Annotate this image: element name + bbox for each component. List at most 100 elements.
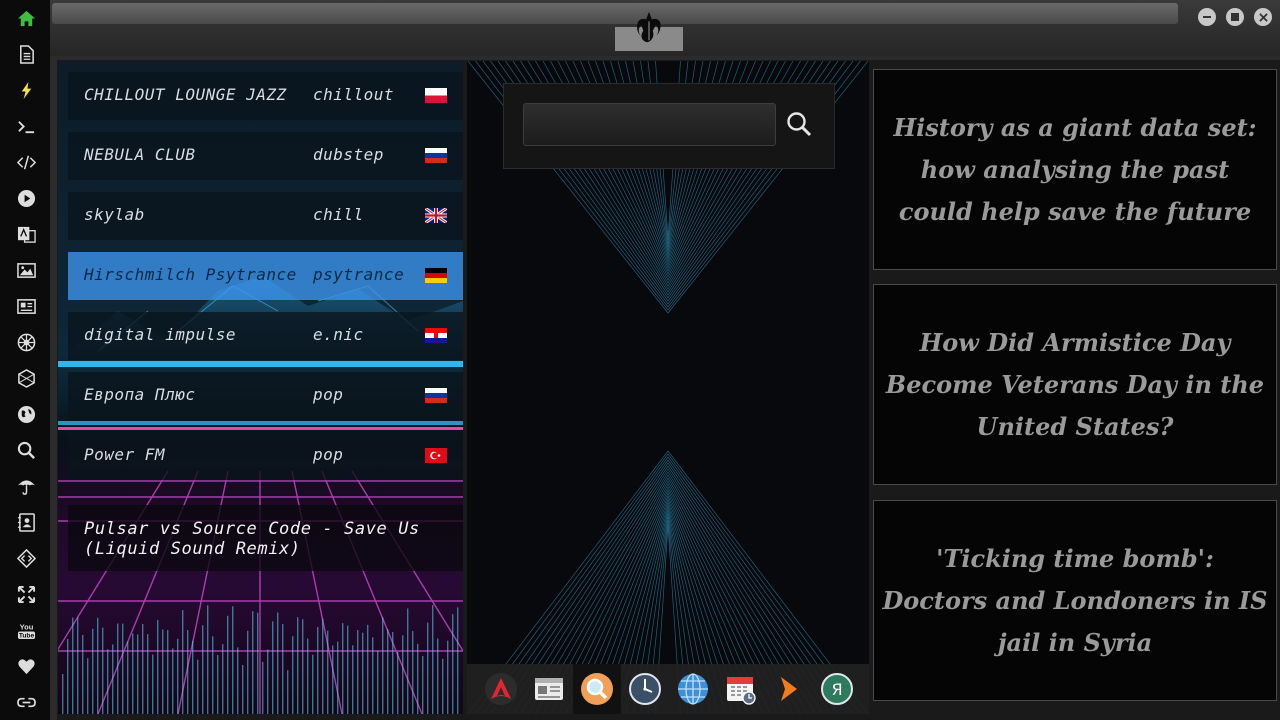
visualizer-bar (452, 614, 454, 714)
search-icon[interactable] (13, 437, 39, 463)
contacts-icon[interactable] (13, 509, 39, 535)
address-bar[interactable] (52, 3, 1178, 24)
station-genre: dubstep (313, 145, 384, 164)
now-playing: Pulsar vs Source Code - Save Us (Liquid … (68, 505, 463, 571)
visualizer-bar (317, 627, 319, 714)
terminal-icon[interactable] (13, 113, 39, 139)
maximize-icon[interactable] (1226, 8, 1244, 26)
title-bar (50, 0, 1280, 56)
visualizer-bar (87, 658, 89, 714)
visualizer-bar (117, 623, 119, 714)
empire-icon[interactable] (13, 329, 39, 355)
visualizer-bar (122, 623, 124, 714)
visualizer-bar (232, 606, 234, 714)
station-item[interactable]: Европа Плюс pop (68, 372, 463, 420)
visualizer-bar (92, 628, 94, 714)
visualizer-bar (387, 629, 389, 714)
station-name: CHILLOUT LOUNGE JAZZ (84, 85, 287, 104)
visualizer-bar (182, 610, 184, 714)
search-button[interactable] (782, 107, 816, 141)
clock-icon[interactable] (625, 669, 665, 709)
station-item-active[interactable]: Hirschmilch Psytrance psytrance (68, 252, 463, 300)
youtube-icon[interactable]: You Tube (13, 617, 39, 643)
news-card[interactable]: 'Ticking time bomb': Doctors and Londone… (873, 500, 1277, 701)
news-icon[interactable] (13, 293, 39, 319)
umbrella-icon[interactable] (13, 473, 39, 499)
visualizer-bar (222, 644, 224, 714)
visualizer-bar (437, 638, 439, 714)
station-item[interactable]: Power FM pop (68, 432, 463, 480)
close-icon[interactable] (1254, 8, 1272, 26)
visualizer-bar (427, 622, 429, 714)
visualizer-bar (247, 630, 249, 714)
station-item[interactable]: digital impulse e.nic (68, 312, 463, 360)
svg-text:Tube: Tube (18, 632, 34, 639)
search-app-icon[interactable] (573, 664, 621, 714)
visualizer-bar (62, 674, 64, 714)
visualizer-bar (417, 643, 419, 714)
heart-icon[interactable] (13, 653, 39, 679)
center-panel: Я (467, 61, 869, 714)
visualizer-bar (77, 617, 79, 714)
visualizer-bar (97, 617, 99, 714)
document-icon[interactable] (13, 41, 39, 67)
hexagon-icon[interactable] (13, 365, 39, 391)
news-card[interactable]: How Did Armistice Day Become Veterans Da… (873, 284, 1277, 485)
visualizer-bar (262, 661, 264, 714)
visualizer-bar (422, 655, 424, 714)
visualizer-bar (347, 625, 349, 714)
radio-panel: CHILLOUT LOUNGE JAZZ chillout NEBULA CLU… (58, 61, 463, 714)
poland-flag-icon (425, 88, 447, 103)
visualizer-bar (187, 630, 189, 714)
app-sidebar: You Tube (0, 0, 50, 720)
newspaper-icon[interactable] (529, 669, 569, 709)
visualizer-bar (102, 627, 104, 714)
play-icon[interactable] (13, 185, 39, 211)
calendar-icon[interactable] (721, 669, 761, 709)
visualizer-bar (67, 639, 69, 714)
visualizer-bar (127, 641, 129, 714)
visualizer-bar (442, 658, 444, 714)
expand-icon[interactable] (13, 581, 39, 607)
translate-icon[interactable] (13, 221, 39, 247)
visualizer-bar (402, 635, 404, 714)
visualizer-bar (282, 624, 284, 714)
search-input[interactable] (523, 103, 776, 146)
station-name: skylab (84, 205, 145, 224)
globe-app-icon[interactable] (673, 669, 713, 709)
diamond-code-icon[interactable] (13, 545, 39, 571)
visualizer-bar (412, 631, 414, 714)
visualizer-bar (322, 618, 324, 714)
station-item[interactable]: CHILLOUT LOUNGE JAZZ chillout (68, 72, 463, 120)
image-icon[interactable] (13, 257, 39, 283)
station-name: Power FM (84, 445, 166, 464)
yandex-icon[interactable]: Я (817, 669, 857, 709)
content-area: CHILLOUT LOUNGE JAZZ chillout NEBULA CLU… (57, 60, 1280, 720)
visualizer-bar (142, 623, 144, 714)
arrow-icon[interactable] (769, 669, 809, 709)
station-item[interactable]: NEBULA CLUB dubstep (68, 132, 463, 180)
news-card[interactable]: History as a giant data set: how analysi… (873, 69, 1277, 270)
visualizer-bar (332, 645, 334, 714)
visualizer-bar (137, 634, 139, 714)
search-icon (787, 112, 812, 137)
russia-flag-icon (425, 148, 447, 163)
visualizer-bar (357, 630, 359, 714)
visualizer-bar (267, 649, 269, 714)
minimize-icon[interactable] (1198, 8, 1216, 26)
visualizer-bar (457, 607, 459, 714)
visualizer-bar (167, 629, 169, 714)
visualizer-bar (72, 617, 74, 714)
visualizer-bar (207, 605, 209, 714)
visualizer-bar (362, 632, 364, 714)
lightning-icon[interactable] (13, 77, 39, 103)
home-icon[interactable] (13, 5, 39, 31)
station-item[interactable]: skylab chill (68, 192, 463, 240)
visualizer-bar (107, 649, 109, 714)
code-icon[interactable] (13, 149, 39, 175)
globe-icon[interactable] (13, 401, 39, 427)
arch-icon[interactable] (481, 669, 521, 709)
visualizer-bar (227, 615, 229, 714)
visualizer-bar (217, 655, 219, 714)
link-icon[interactable] (13, 689, 39, 715)
